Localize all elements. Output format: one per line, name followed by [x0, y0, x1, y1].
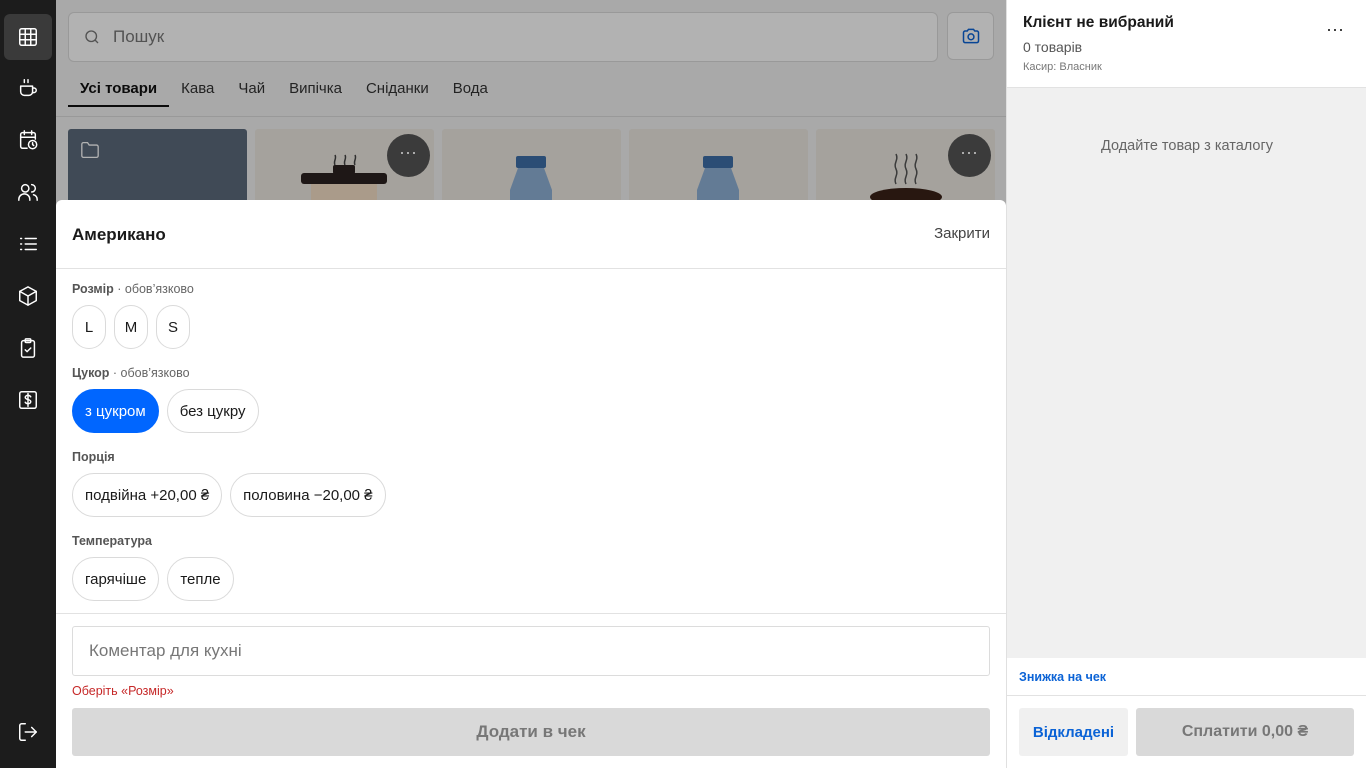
- grid-icon: [19, 28, 37, 46]
- users-icon: [18, 183, 38, 201]
- temperature-group-label: Температура: [72, 534, 152, 548]
- sheet-title: Американо: [72, 225, 166, 244]
- receipt-discount-link[interactable]: Знижка на чек: [1019, 670, 1106, 684]
- kitchen-comment-input[interactable]: [72, 626, 990, 676]
- size-options: L M S: [72, 305, 190, 349]
- nav-catalog-button[interactable]: [4, 14, 52, 60]
- validation-error: Оберіть «Розмір»: [72, 684, 174, 698]
- sugar-group-label: Цукор · обов’язково: [72, 366, 190, 380]
- cart-header: Клієнт не вибраний 0 товарів Касир: Влас…: [1007, 0, 1366, 88]
- nav-products-button[interactable]: [4, 273, 52, 319]
- pay-button[interactable]: Сплатити 0,00 ₴: [1136, 708, 1354, 756]
- list-icon: [19, 237, 37, 251]
- temperature-option-warm[interactable]: тепле: [167, 557, 234, 601]
- size-option-l[interactable]: L: [72, 305, 106, 349]
- nav-coffee-button[interactable]: [4, 65, 52, 111]
- portion-option-half[interactable]: половина −20,00 ₴: [230, 473, 386, 517]
- more-menu-icon[interactable]: ⋯: [1326, 20, 1345, 41]
- client-selector[interactable]: Клієнт не вибраний: [1023, 14, 1174, 32]
- cart-footer-divider: [1007, 695, 1366, 696]
- cash-icon: [19, 391, 37, 409]
- close-button[interactable]: Закрити: [934, 225, 990, 242]
- deferred-orders-button[interactable]: Відкладені: [1019, 708, 1128, 756]
- size-group-label: Розмір · обов’язково: [72, 282, 194, 296]
- sugar-options: з цукром без цукру: [72, 389, 259, 433]
- logout-button[interactable]: [4, 709, 52, 755]
- add-to-receipt-button[interactable]: Додати в чек: [72, 708, 990, 756]
- cart-panel: Клієнт не вибраний 0 товарів Касир: Влас…: [1006, 0, 1366, 768]
- clipboard-check-icon: [20, 338, 36, 358]
- sheet-divider: [56, 268, 1006, 269]
- calendar-clock-icon: [19, 130, 38, 150]
- cart-items-count: 0 товарів: [1023, 39, 1083, 55]
- temperature-options: гарячіше тепле: [72, 557, 234, 601]
- size-option-m[interactable]: M: [114, 305, 148, 349]
- nav-rail: [0, 0, 56, 768]
- nav-finance-button[interactable]: [4, 377, 52, 423]
- temperature-option-hotter[interactable]: гарячіше: [72, 557, 160, 601]
- box-icon: [19, 286, 37, 306]
- cashier-label: Касир: Власник: [1023, 61, 1102, 73]
- portion-group-label: Порція: [72, 450, 115, 464]
- logout-icon: [19, 723, 37, 741]
- nav-inventory-button[interactable]: [4, 325, 52, 371]
- sugar-option-with-sugar[interactable]: з цукром: [72, 389, 159, 433]
- sugar-option-no-sugar[interactable]: без цукру: [166, 389, 259, 433]
- portion-options: подвійна +20,00 ₴ половина −20,00 ₴: [72, 473, 386, 517]
- nav-schedule-button[interactable]: [4, 117, 52, 163]
- sheet-footer-divider: [56, 613, 1006, 614]
- modifier-sheet: Американо Закрити Розмір · обов’язково L…: [56, 200, 1006, 768]
- nav-clients-button[interactable]: [4, 169, 52, 215]
- nav-orders-button[interactable]: [4, 221, 52, 267]
- coffee-cup-icon: [19, 79, 37, 97]
- cart-items-area: Додайте товар з каталогу: [1007, 88, 1366, 658]
- size-option-s[interactable]: S: [156, 305, 190, 349]
- empty-cart-hint: Додайте товар з каталогу: [1100, 138, 1274, 154]
- portion-option-double[interactable]: подвійна +20,00 ₴: [72, 473, 223, 517]
